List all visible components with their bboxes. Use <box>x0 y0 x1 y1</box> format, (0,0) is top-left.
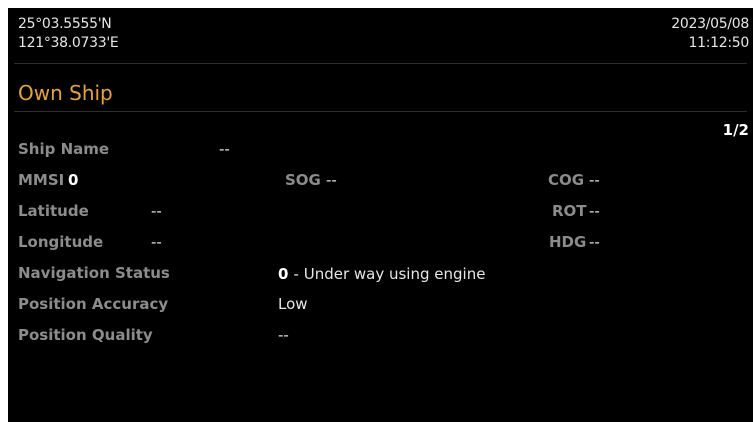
longitude-value: -- <box>151 233 162 251</box>
mmsi-label: MMSI <box>18 171 65 189</box>
hdg-value: -- <box>589 233 600 251</box>
position-accuracy-label: Position Accuracy <box>18 295 169 313</box>
ship-name-label: Ship Name <box>18 140 110 158</box>
rot-value: -- <box>589 202 600 220</box>
latitude-value: -- <box>151 202 162 220</box>
navigation-status-code: 0 <box>278 265 289 283</box>
title-divider <box>14 111 747 112</box>
header-latitude: 25°03.5555'N <box>18 16 112 32</box>
page-title: Own Ship <box>18 81 113 105</box>
header-time: 11:12:50 <box>688 35 750 51</box>
position-accuracy-value: Low <box>278 295 308 313</box>
sog-value: -- <box>326 171 337 189</box>
latitude-label: Latitude <box>18 202 89 220</box>
cog-label: COG <box>548 171 585 189</box>
navigation-status-label: Navigation Status <box>18 264 170 282</box>
header-longitude: 121°38.0733'E <box>18 35 119 51</box>
ship-name-value: -- <box>219 140 230 158</box>
page-indicator: 1/2 <box>722 121 749 139</box>
rot-label: ROT <box>552 202 587 220</box>
hdg-label: HDG <box>549 233 587 251</box>
header-date: 2023/05/08 <box>671 16 749 32</box>
own-ship-screen: 25°03.5555'N 121°38.0733'E 2023/05/08 11… <box>8 8 753 422</box>
mmsi-value: 0 <box>68 171 79 189</box>
navigation-status-value: 0 - Under way using engine <box>278 264 485 283</box>
position-quality-value: -- <box>278 326 289 344</box>
longitude-label: Longitude <box>18 233 104 251</box>
header-divider <box>14 63 747 64</box>
position-quality-label: Position Quality <box>18 326 153 344</box>
cog-value: -- <box>589 171 600 189</box>
navigation-status-text: - Under way using engine <box>293 265 486 283</box>
sog-label: SOG <box>285 171 321 189</box>
